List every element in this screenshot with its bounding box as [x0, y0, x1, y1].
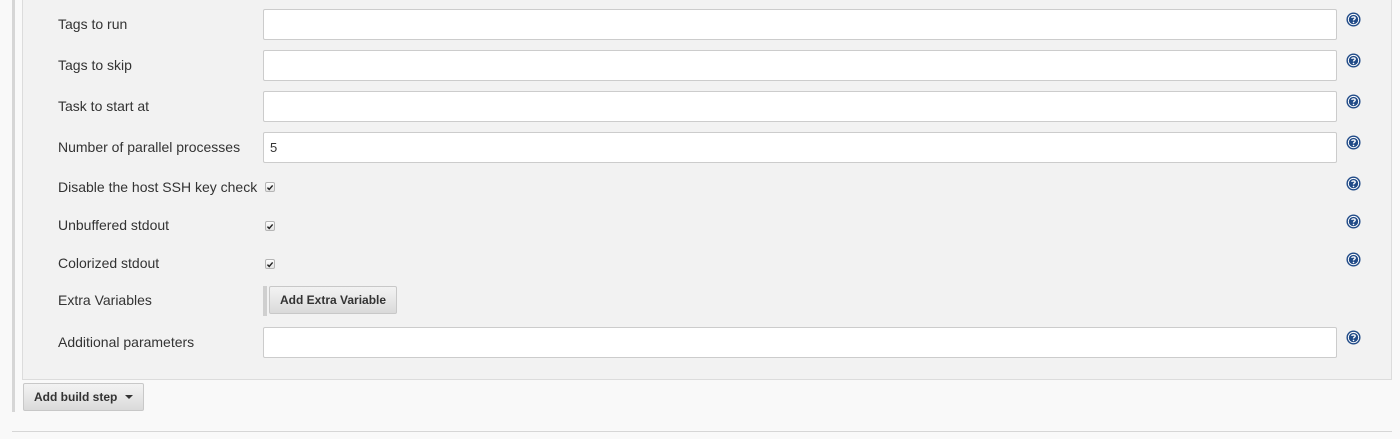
task-to-start-at-input[interactable]: [263, 91, 1337, 122]
row-task-to-start-at: Task to start at: [23, 91, 1393, 123]
add-build-step-button[interactable]: Add build step: [23, 383, 145, 411]
tags-to-skip-input[interactable]: [263, 50, 1337, 81]
question-circle-icon[interactable]: [1346, 252, 1361, 267]
task-to-start-at-label: Task to start at: [58, 98, 150, 114]
row-tags-to-run: Tags to run: [23, 9, 1393, 41]
tags-to-skip-label: Tags to skip: [58, 57, 132, 73]
colorized-stdout-label: Colorized stdout: [58, 255, 160, 271]
parallel-processes-input[interactable]: [263, 132, 1337, 163]
tags-to-run-label: Tags to run: [58, 16, 128, 32]
add-build-step-label: Add build step: [34, 390, 118, 404]
unbuffered-stdout-checkbox[interactable]: [265, 221, 275, 231]
caret-down-icon: [125, 395, 134, 399]
row-additional-parameters: Additional parameters: [23, 327, 1393, 359]
question-circle-icon[interactable]: [1346, 330, 1361, 345]
question-circle-icon[interactable]: [1346, 176, 1361, 191]
question-circle-icon[interactable]: [1346, 12, 1361, 27]
unbuffered-stdout-label: Unbuffered stdout: [58, 217, 170, 233]
add-extra-variable-button[interactable]: Add Extra Variable: [269, 286, 398, 314]
ansible-playbook-panel: Tags to run Tags to skip Task to start a…: [22, 0, 1392, 380]
parallel-processes-label: Number of parallel processes: [58, 139, 241, 155]
colorized-stdout-checkbox[interactable]: [265, 259, 275, 269]
build-config-form: Tags to run Tags to skip Task to start a…: [0, 0, 1400, 439]
row-parallel-processes: Number of parallel processes: [23, 132, 1393, 164]
section-divider: [12, 431, 1392, 432]
question-circle-icon[interactable]: [1346, 214, 1361, 229]
tags-to-run-input[interactable]: [263, 9, 1337, 40]
disable-host-key-check-checkbox[interactable]: [265, 182, 275, 192]
row-unbuffered-stdout: Unbuffered stdout: [23, 214, 1393, 236]
additional-parameters-input[interactable]: [263, 327, 1337, 358]
question-circle-icon[interactable]: [1346, 135, 1361, 150]
disable-host-key-check-label: Disable the host SSH key check: [58, 179, 258, 195]
additional-parameters-label: Additional parameters: [58, 334, 195, 350]
row-colorized-stdout: Colorized stdout: [23, 252, 1393, 274]
checkmark-icon: [266, 184, 274, 190]
row-tags-to-skip: Tags to skip: [23, 50, 1393, 82]
section-indent-bar: [12, 0, 15, 412]
question-circle-icon[interactable]: [1346, 53, 1361, 68]
extra-variables-label: Extra Variables: [58, 292, 152, 308]
checkmark-icon: [266, 261, 274, 267]
checkmark-icon: [266, 223, 274, 229]
question-circle-icon[interactable]: [1346, 94, 1361, 109]
extra-variables-repeatable: Add Extra Variable: [263, 286, 398, 316]
row-disable-host-key-check: Disable the host SSH key check: [23, 176, 1393, 198]
row-extra-variables: Extra Variables Add Extra Variable: [23, 286, 1393, 316]
